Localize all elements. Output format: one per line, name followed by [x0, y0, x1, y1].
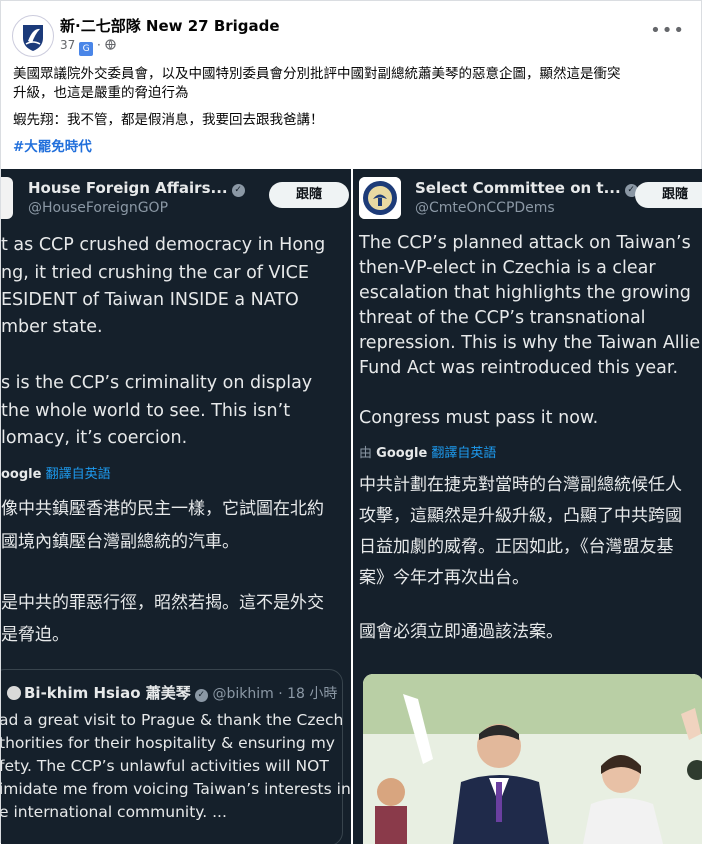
post-image[interactable]: House Foreign Affairs... ✓ @HouseForeignG…	[1, 169, 702, 844]
quoted-tweet-line: e international community. ...	[1, 803, 227, 821]
select-committee-seal-avatar	[359, 177, 401, 219]
tweet-en-line: mber state.	[1, 317, 103, 337]
tweet-zh-line: 國境內鎮壓台灣副總統的汽車。	[1, 532, 239, 552]
post-meta-separator: ·	[96, 38, 101, 52]
tweet-screenshot-right: Select Committee on t... ✓ @CmteOnCCPDems…	[353, 169, 702, 844]
brigade-logo-icon	[14, 17, 52, 55]
verified-badge-icon: ✓	[194, 689, 208, 702]
page-name[interactable]: 新·二七部隊 New 27 Brigade	[60, 15, 280, 36]
post-header: 新·二七部隊 New 27 Brigade 37 G · •••	[1, 1, 702, 63]
quoted-tweet-author: Bi-khim Hsiao 蕭美琴 ✓ @bikhim · 18 小時	[7, 682, 337, 703]
tweet-en-line: ng, it tried crushing the car of VICE	[1, 263, 309, 283]
tweet-screenshot-left: House Foreign Affairs... ✓ @HouseForeignG…	[1, 169, 351, 844]
tweet-author-name-text: Select Committee on t...	[415, 179, 621, 197]
tweet-en-line: then-VP-elect in Czechia is a clear	[359, 258, 656, 278]
tweet-zh-line: 中共計劃在捷克對當時的台灣副總統候任人	[359, 475, 682, 495]
tweet-author-handle: @HouseForeignGOP	[28, 200, 169, 216]
tweet-zh-line: 國會必須立即通過該法案。	[359, 622, 563, 642]
tweet-author-handle: @CmteOnCCPDems	[415, 200, 555, 216]
google-label: Google	[376, 446, 428, 461]
google-prefix: 由	[359, 446, 373, 461]
tweet-en-line: t as CCP crushed democracy in Hong	[1, 235, 326, 255]
tweet-en-line: repression. This is why the Taiwan Allie	[359, 333, 701, 353]
google-label: oogle	[1, 467, 42, 482]
tweet-en-line: ESIDENT of Taiwan INSIDE a NATO	[1, 290, 299, 310]
translate-link[interactable]: 翻譯自英語	[46, 467, 111, 482]
tweet-en-line: escalation that highlights the growing	[359, 283, 691, 303]
follow-button[interactable]: 跟隨	[635, 182, 702, 208]
tweet-zh-line: 攻擊，這顯然是升級升級，凸顯了中共跨國	[359, 506, 682, 526]
congress-seal-icon	[359, 177, 401, 219]
tweet-en-line: s is the CCP’s criminality on display	[1, 373, 313, 393]
tweet-author-name: Select Committee on t... ✓	[415, 179, 638, 197]
tweet-en-line: Fund Act was reintroduced this year.	[359, 358, 679, 378]
hashtag-link[interactable]: #大罷免時代	[13, 137, 693, 158]
tweet-en-line: the whole world to see. This isn’t	[1, 401, 291, 421]
tweet-zh-line: 案》今年才再次出台。	[359, 568, 529, 588]
quoted-author-handle: @bikhim · 18 小時	[212, 686, 338, 702]
tweet-en-line: The CCP’s planned attack on Taiwan’s	[359, 233, 691, 253]
post-line-1: 美國眾議院外交委員會，以及中國特別委員會分別批評中國對副總統蕭美琴的惡意企圖，顯…	[13, 66, 621, 82]
tweet-photo-waving-officials[interactable]	[363, 674, 702, 844]
tweet-author-name: House Foreign Affairs... ✓	[28, 179, 245, 197]
google-translate-label: 由 Google 翻譯自英語	[359, 442, 496, 461]
tweet-zh-line: 日益加劇的威脅。正因如此，《台灣盟友基	[359, 537, 674, 557]
tweet-en-line: Congress must pass it now.	[359, 408, 599, 428]
verified-badge-icon: ✓	[231, 184, 245, 197]
quoted-tweet-line: ad a great visit to Prague & thank the C…	[1, 711, 344, 729]
page-avatar[interactable]	[12, 15, 54, 57]
tweet-author-name-text: House Foreign Affairs...	[28, 179, 228, 197]
more-options-button[interactable]: •••	[650, 20, 685, 41]
tweet-en-line: lomacy, it’s coercion.	[1, 428, 188, 448]
quoted-tweet-line: thorities for their hospitality & ensuri…	[1, 734, 335, 752]
quoted-avatar	[7, 686, 21, 700]
post-line-2: 升級，也這是嚴重的脅迫行為	[13, 85, 189, 101]
translate-icon[interactable]: G	[79, 42, 94, 56]
quoted-author-name: Bi-khim Hsiao 蕭美琴	[24, 684, 191, 702]
facebook-post-card: 新·二七部隊 New 27 Brigade 37 G · ••• 美國眾議院外交…	[0, 0, 702, 844]
house-committee-avatar	[1, 177, 13, 219]
tweet-zh-line: 像中共鎮壓香港的民主一樣，它試圖在北約	[1, 499, 324, 519]
tweet-zh-line: 是脅迫。	[1, 625, 69, 645]
translate-link[interactable]: 翻譯自英語	[431, 446, 496, 461]
tweet-en-line: threat of the CCP’s transnational	[359, 308, 646, 328]
follow-button[interactable]: 跟隨	[269, 182, 349, 208]
post-meta: 37 G ·	[60, 38, 116, 56]
globe-icon	[104, 39, 116, 50]
quoted-tweet-line: imidate me from voicing Taiwan’s interes…	[1, 780, 351, 798]
event-photo-image	[363, 674, 702, 844]
quoted-tweet-line: fety. The CCP’s unlawful activities will…	[1, 757, 329, 775]
post-line-3: 蝦先翔：我不管，都是假消息，我要回去跟我爸講！	[13, 112, 324, 128]
post-time[interactable]: 37	[60, 38, 75, 52]
tweet-zh-line: 是中共的罪惡行徑，昭然若揭。這不是外交	[1, 593, 324, 613]
google-translate-label: oogle 翻譯自英語	[1, 463, 111, 482]
